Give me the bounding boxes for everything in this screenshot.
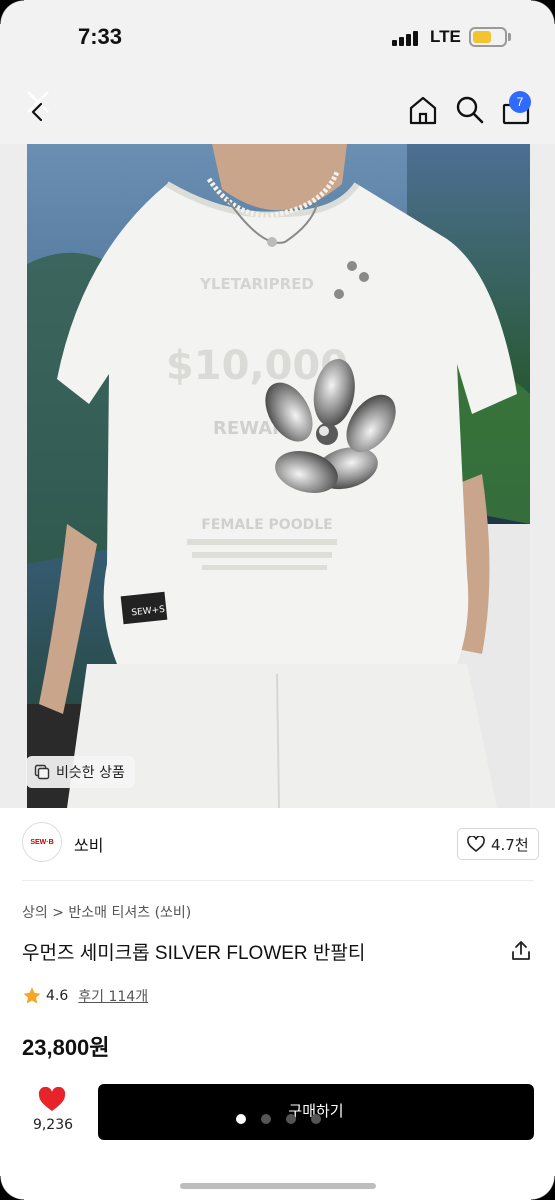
divider <box>22 880 534 881</box>
share-icon[interactable] <box>509 939 533 963</box>
product-price: 23,800원 <box>22 1035 110 1060</box>
copy-icon <box>34 764 50 780</box>
battery-level <box>473 31 491 43</box>
buy-button[interactable]: 구매하기 <box>98 1084 534 1140</box>
top-nav-bar: 7 <box>0 78 555 144</box>
breadcrumb[interactable]: 상의 > 반소매 티셔츠 (쏘비) <box>22 902 191 922</box>
rating-value: 4.6 <box>46 988 69 1004</box>
battery-tip <box>508 33 511 41</box>
status-time: 7:33 <box>78 24 123 49</box>
wish-count: 9,236 <box>32 1117 74 1133</box>
seller-name[interactable]: 쏘비 <box>74 832 103 856</box>
heart-outline-icon <box>467 836 485 852</box>
product-image[interactable]: YLETARIPRED $10,000 REWARD FEMALE POODLE <box>27 144 530 808</box>
carousel-dot <box>311 1114 321 1124</box>
home-icon[interactable] <box>407 94 439 126</box>
battery-icon <box>469 27 507 47</box>
carousel-dot <box>286 1114 296 1124</box>
status-bar: 7:33 LTE <box>0 0 555 78</box>
carousel-dot <box>261 1114 271 1124</box>
product-title: 우먼즈 세미크롭 SILVER FLOWER 반팔티 <box>22 943 366 964</box>
shirt-print-poodle: FEMALE POODLE <box>201 517 332 533</box>
cart-count-badge: 7 <box>509 91 531 113</box>
frame-corner <box>531 0 555 24</box>
seller-logo[interactable]: SEW·B <box>22 822 62 862</box>
signal-icon <box>392 30 422 46</box>
frame-corner <box>531 1176 555 1200</box>
back-arrow-icon[interactable] <box>18 86 58 126</box>
home-indicator <box>180 1183 376 1189</box>
heart-filled-icon[interactable] <box>38 1087 66 1113</box>
product-detail-screen: 7:33 LTE 7 YLETARIPRED $10,000 REWARD FE… <box>0 0 555 1200</box>
store-like-count: 4.7천 <box>491 835 529 854</box>
similar-products-button[interactable]: 비슷한 상품 <box>26 756 135 788</box>
similar-products-label: 비슷한 상품 <box>56 765 125 781</box>
search-icon[interactable] <box>454 94 486 126</box>
star-icon <box>23 987 41 1004</box>
rating-row: 4.6 후기 114개 <box>22 986 148 1006</box>
store-like-button[interactable]: 4.7천 <box>457 828 539 860</box>
reviews-link[interactable]: 후기 114개 <box>78 986 148 1006</box>
carousel-indicator <box>236 1114 321 1124</box>
frame-corner <box>0 1176 24 1200</box>
svg-text:YLETARIPRED: YLETARIPRED <box>199 275 314 293</box>
carousel-dot <box>236 1114 246 1124</box>
network-type: LTE <box>430 27 461 46</box>
